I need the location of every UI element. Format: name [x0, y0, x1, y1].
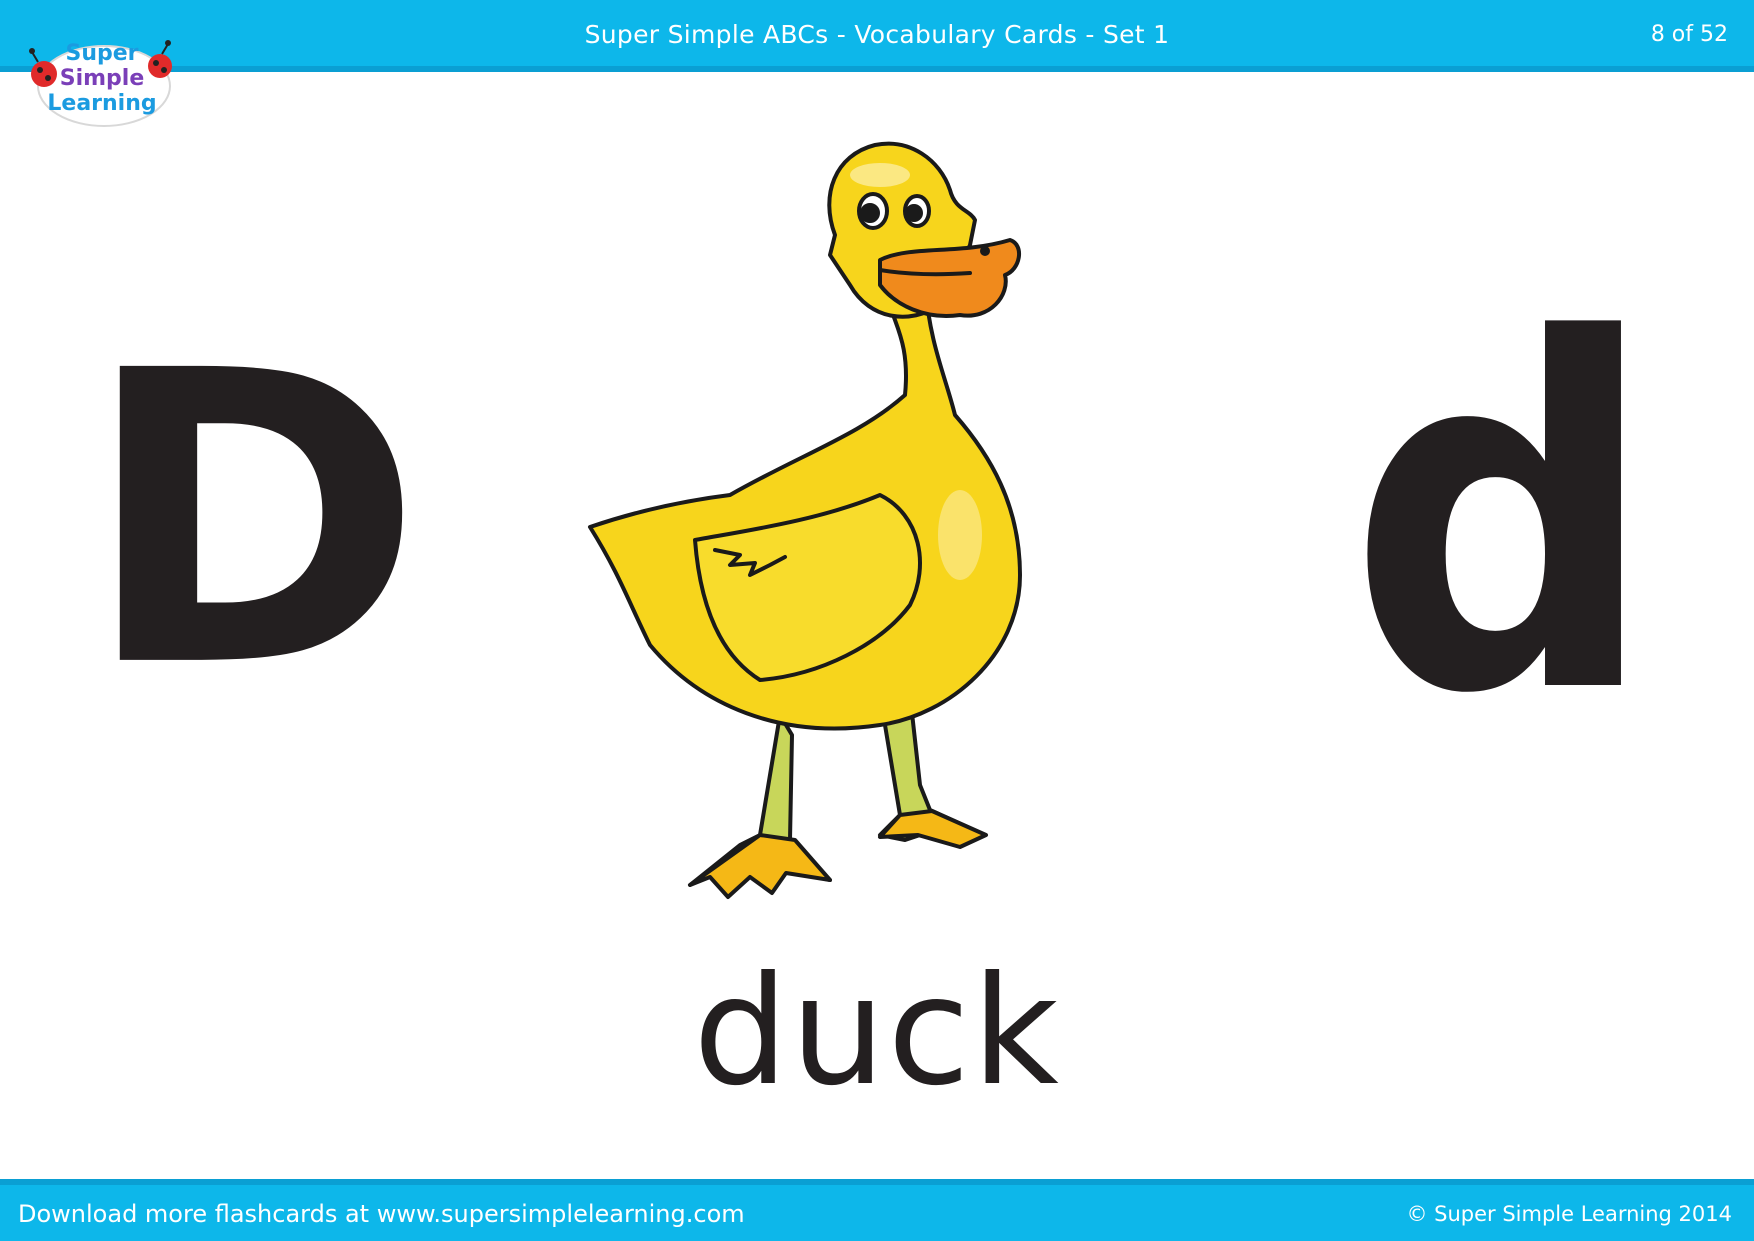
logo-text-simple: Simple [60, 66, 145, 91]
download-link[interactable]: Download more flashcards at www.supersim… [18, 1200, 745, 1228]
vocabulary-word: duck [693, 945, 1061, 1119]
header-title: Super Simple ABCs - Vocabulary Cards - S… [584, 20, 1170, 49]
duck-illustration [580, 135, 1140, 905]
page-indicator: 8 of 52 [1650, 22, 1728, 47]
footer-bar: Download more flashcards at www.supersim… [0, 1179, 1754, 1241]
logo-text-learning: Learning [47, 91, 156, 116]
super-simple-learning-logo[interactable]: Super Simple Learning [22, 30, 182, 130]
uppercase-letter: D [82, 286, 424, 756]
logo-text-super: Super [65, 41, 138, 66]
lowercase-letter: d [1348, 240, 1658, 799]
header-bar: Super Simple ABCs - Vocabulary Cards - S… [0, 0, 1754, 72]
copyright-text: © Super Simple Learning 2014 [1406, 1202, 1732, 1226]
